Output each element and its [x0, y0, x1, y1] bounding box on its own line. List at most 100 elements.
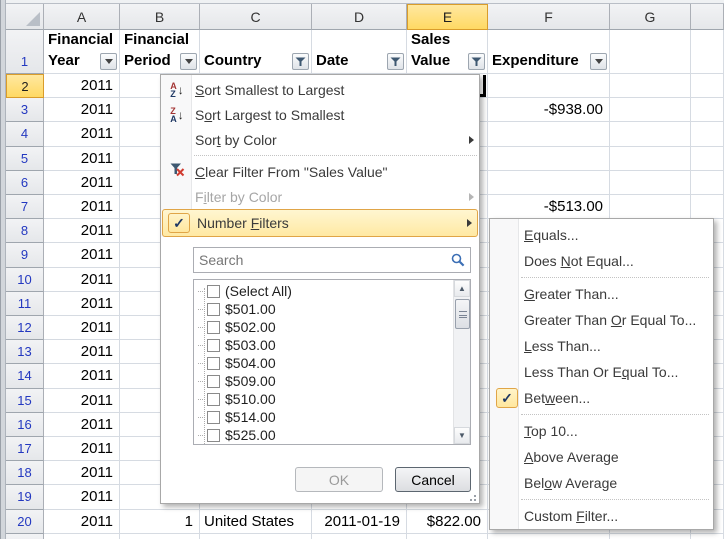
submenu-item-greater-than-or-equal-to[interactable]: Greater Than Or Equal To... — [490, 307, 713, 333]
header-cell-E[interactable]: Sales Value — [407, 30, 488, 74]
row-header-19[interactable]: 19 — [6, 485, 44, 509]
cell-A3[interactable]: 2011 — [44, 98, 120, 122]
submenu-item-above-average[interactable]: Above Average — [490, 444, 713, 470]
submenu-item-less-than-or-equal-to[interactable]: Less Than Or Equal To... — [490, 359, 713, 385]
checkbox[interactable] — [207, 339, 220, 352]
checkbox[interactable] — [207, 429, 220, 442]
scroll-down-arrow-icon[interactable]: ▼ — [454, 427, 470, 444]
cell-A18[interactable]: 2011 — [44, 461, 120, 485]
cell-A5[interactable]: 2011 — [44, 147, 120, 171]
submenu-item-custom-filter[interactable]: Custom Filter... — [490, 503, 713, 529]
scrollbar-thumb[interactable] — [455, 299, 470, 329]
row-header-4[interactable]: 4 — [6, 122, 44, 146]
cell-D21[interactable] — [312, 534, 407, 539]
filter-value-item[interactable]: $504.00 — [194, 354, 452, 372]
cell-G5[interactable] — [610, 147, 691, 171]
cell-H21[interactable] — [691, 534, 724, 539]
submenu-item-top-10[interactable]: Top 10... — [490, 418, 713, 444]
row-header-11[interactable]: 11 — [6, 292, 44, 316]
cell-G6[interactable] — [610, 171, 691, 195]
menu-item-sort-smallest-to-largest[interactable]: AZ↓Sort Smallest to Largest — [161, 77, 479, 102]
submenu-item-between[interactable]: ✓Between... — [490, 385, 713, 411]
search-icon[interactable] — [451, 253, 465, 267]
row-header-18[interactable]: 18 — [6, 461, 44, 485]
cell-G4[interactable] — [610, 122, 691, 146]
dropdown-filter-button-B[interactable] — [180, 53, 197, 70]
cell-A17[interactable]: 2011 — [44, 437, 120, 461]
search-input[interactable] — [194, 248, 470, 272]
row-header-16[interactable]: 16 — [6, 413, 44, 437]
cell-D20[interactable]: 2011-01-19 — [312, 510, 407, 534]
cell-F5[interactable] — [488, 147, 610, 171]
row-header-3[interactable]: 3 — [6, 98, 44, 122]
checkbox[interactable] — [207, 357, 220, 370]
filter-value-item[interactable]: $502.00 — [194, 318, 452, 336]
checkbox[interactable] — [207, 285, 220, 298]
cell-G3[interactable] — [610, 98, 691, 122]
cell-H4[interactable] — [691, 122, 724, 146]
checkbox[interactable] — [207, 375, 220, 388]
row-header-17[interactable]: 17 — [6, 437, 44, 461]
cell-A12[interactable]: 2011 — [44, 316, 120, 340]
column-header-A[interactable]: A — [44, 4, 120, 30]
cell-A4[interactable]: 2011 — [44, 122, 120, 146]
cell-G2[interactable] — [610, 74, 691, 98]
dropdown-filter-button-A[interactable] — [100, 53, 117, 70]
cell-G7[interactable] — [610, 195, 691, 219]
select-all-corner[interactable] — [6, 4, 44, 30]
row-header-12[interactable]: 12 — [6, 316, 44, 340]
cell-E20[interactable]: $822.00 — [407, 510, 488, 534]
header-cell-H[interactable] — [691, 30, 724, 74]
dropdown-filter-button-F[interactable] — [590, 53, 607, 70]
row-header-21[interactable] — [6, 534, 44, 539]
row-header-1[interactable]: 1 — [6, 30, 44, 74]
cell-A6[interactable]: 2011 — [44, 171, 120, 195]
cell-H7[interactable] — [691, 195, 724, 219]
cell-F7[interactable]: -$513.00 — [488, 195, 610, 219]
column-header-C[interactable]: C — [200, 4, 312, 30]
cell-C20[interactable]: United States — [200, 510, 312, 534]
cell-H2[interactable] — [691, 74, 724, 98]
scroll-up-arrow-icon[interactable]: ▲ — [454, 280, 470, 297]
row-header-6[interactable]: 6 — [6, 171, 44, 195]
submenu-item-equals[interactable]: Equals... — [490, 222, 713, 248]
cell-A11[interactable]: 2011 — [44, 292, 120, 316]
menu-item-clear-filter-from-sales-value[interactable]: Clear Filter From "Sales Value" — [161, 159, 479, 184]
submenu-item-less-than[interactable]: Less Than... — [490, 333, 713, 359]
cell-A7[interactable]: 2011 — [44, 195, 120, 219]
cell-F4[interactable] — [488, 122, 610, 146]
submenu-item-does-not-equal[interactable]: Does Not Equal... — [490, 248, 713, 274]
cell-A16[interactable]: 2011 — [44, 413, 120, 437]
cell-B21[interactable] — [120, 534, 200, 539]
menu-item-number-filters[interactable]: ✓Number Filters — [162, 209, 478, 237]
checkbox[interactable] — [207, 411, 220, 424]
row-header-20[interactable]: 20 — [6, 510, 44, 534]
cell-H6[interactable] — [691, 171, 724, 195]
cell-F3[interactable]: -$938.00 — [488, 98, 610, 122]
submenu-item-below-average[interactable]: Below Average — [490, 470, 713, 496]
row-header-2[interactable]: 2 — [6, 74, 44, 98]
row-header-14[interactable]: 14 — [6, 364, 44, 388]
checkbox[interactable] — [207, 321, 220, 334]
cell-A21[interactable] — [44, 534, 120, 539]
filter-value-item[interactable]: $509.00 — [194, 372, 452, 390]
row-header-10[interactable]: 10 — [6, 268, 44, 292]
filter-value-item[interactable]: (Select All) — [194, 282, 452, 300]
cell-A10[interactable]: 2011 — [44, 268, 120, 292]
row-header-8[interactable]: 8 — [6, 219, 44, 243]
row-header-15[interactable]: 15 — [6, 389, 44, 413]
cell-A2[interactable]: 2011 — [44, 74, 120, 98]
cancel-button[interactable]: Cancel — [395, 467, 471, 492]
cell-E21[interactable] — [407, 534, 488, 539]
header-cell-B[interactable]: Financial Period — [120, 30, 200, 74]
cell-G21[interactable] — [610, 534, 691, 539]
column-header-E[interactable]: E — [407, 4, 488, 30]
filter-value-item[interactable]: $503.00 — [194, 336, 452, 354]
row-header-13[interactable]: 13 — [6, 340, 44, 364]
cell-A13[interactable]: 2011 — [44, 340, 120, 364]
filter-value-item[interactable]: $510.00 — [194, 390, 452, 408]
menu-item-sort-largest-to-smallest[interactable]: ZA↓Sort Largest to Smallest — [161, 102, 479, 127]
cell-F2[interactable] — [488, 74, 610, 98]
header-cell-D[interactable]: Date — [312, 30, 407, 74]
cell-A14[interactable]: 2011 — [44, 364, 120, 388]
